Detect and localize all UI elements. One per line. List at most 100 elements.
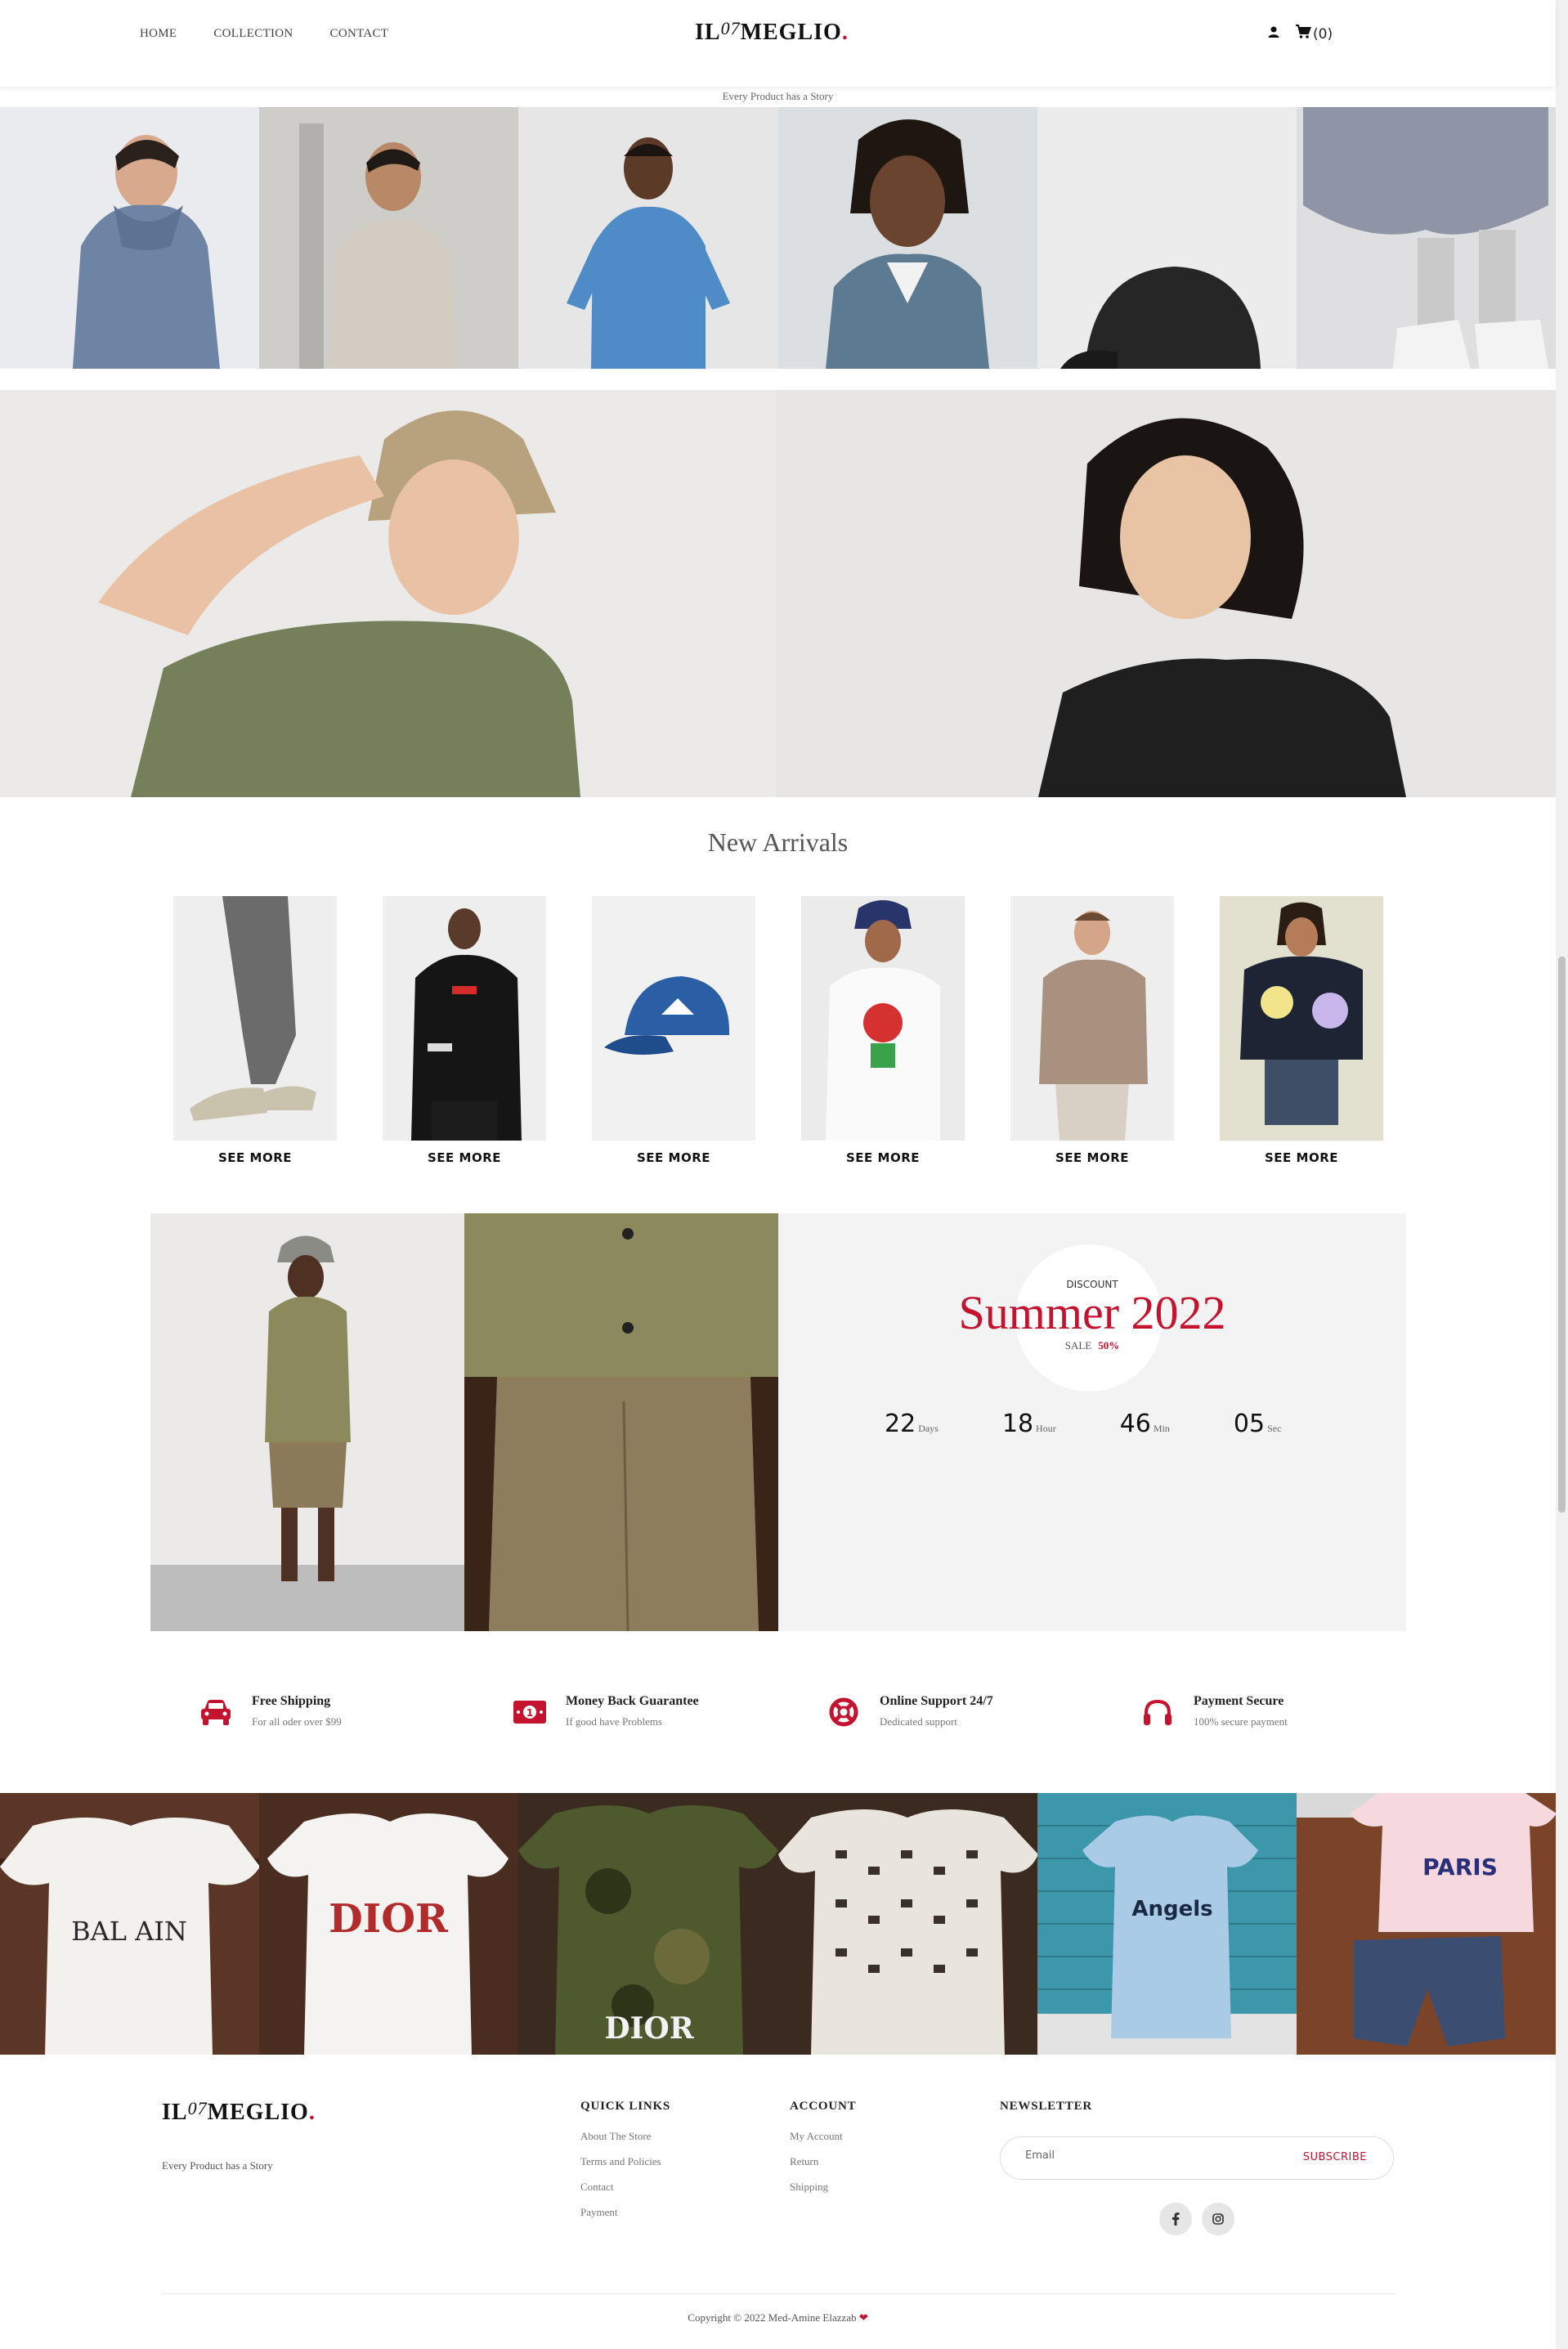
svg-text:DIOR: DIOR bbox=[605, 2011, 695, 2046]
product-image[interactable] bbox=[592, 896, 755, 1141]
strip-photo bbox=[259, 107, 519, 369]
see-more-link[interactable]: SEE MORE bbox=[173, 1150, 337, 1165]
nav-contact[interactable]: CONTACT bbox=[330, 27, 389, 41]
strip-photo bbox=[1296, 107, 1557, 369]
logo-text-right: MEGLIO bbox=[207, 2100, 309, 2125]
header-tagline: Every Product has a Story bbox=[722, 90, 834, 102]
footer-link-contact[interactable]: Contact bbox=[580, 2181, 670, 2194]
subscribe-button[interactable]: SUBSCRIBE bbox=[1303, 2151, 1367, 2163]
product-card[interactable]: SEE MORE bbox=[383, 896, 546, 1165]
feature-title: Free Shipping bbox=[252, 1694, 331, 1708]
see-more-link[interactable]: SEE MORE bbox=[1010, 1150, 1174, 1165]
countdown-unit: Days bbox=[918, 1423, 939, 1434]
footer-newsletter: NEWSLETTER bbox=[1000, 2100, 1092, 2130]
product-card[interactable]: SEE MORE bbox=[1220, 896, 1383, 1165]
see-more-link[interactable]: SEE MORE bbox=[801, 1150, 965, 1165]
countdown-value: 22 bbox=[885, 1410, 916, 1438]
countdown-value: 46 bbox=[1119, 1410, 1151, 1438]
product-card[interactable]: SEE MORE bbox=[1010, 896, 1174, 1165]
summer-sale-banner: DISCOUNT Summer 2022 SALE 50% 22 Days 18 Ho… bbox=[150, 1213, 1406, 1631]
product-image[interactable] bbox=[801, 896, 965, 1141]
logo-dot: . bbox=[841, 20, 849, 45]
car-icon bbox=[196, 1692, 235, 1732]
countdown-unit: Sec bbox=[1267, 1423, 1282, 1434]
svg-text:BAL AIN: BAL AIN bbox=[71, 1916, 187, 1947]
footer-link-payment[interactable]: Payment bbox=[580, 2206, 670, 2219]
copyright: Copyright © 2022 Med-Amine Elazzab ❤ bbox=[0, 2311, 1556, 2324]
feature-online-support: Online Support 24/7 Dedicated support bbox=[824, 1692, 1138, 1732]
sale-panel: DISCOUNT Summer 2022 SALE 50% 22 Days 18 Ho… bbox=[778, 1213, 1406, 1631]
svg-text:DIOR: DIOR bbox=[329, 1896, 449, 1942]
nav-collection[interactable]: COLLECTION bbox=[213, 27, 293, 41]
page-scrollbar[interactable] bbox=[1556, 0, 1568, 2349]
strip-photo bbox=[1037, 107, 1297, 369]
logo-text-left: IL bbox=[162, 2100, 188, 2125]
footer-link-return[interactable]: Return bbox=[790, 2155, 856, 2168]
feature-title: Payment Secure bbox=[1194, 1694, 1284, 1708]
logo-number: 07 bbox=[720, 18, 741, 38]
footer-link-about[interactable]: About The Store bbox=[580, 2130, 670, 2143]
footer-divider bbox=[162, 2293, 1395, 2294]
facebook-icon[interactable] bbox=[1159, 2203, 1192, 2235]
sale-title: Summer 2022 bbox=[958, 1286, 1226, 1339]
sale-label: SALE bbox=[1064, 1339, 1092, 1352]
sale-photo bbox=[150, 1213, 464, 1631]
strip-photo: PARIS bbox=[1296, 1793, 1557, 2055]
header-actions: (0) bbox=[1267, 25, 1333, 43]
logo-dot: . bbox=[308, 2100, 316, 2125]
see-more-link[interactable]: SEE MORE bbox=[592, 1150, 755, 1165]
countdown-value: 18 bbox=[1001, 1410, 1034, 1438]
logo-number: 07 bbox=[187, 2098, 208, 2118]
feature-subtitle: Dedicated support bbox=[880, 1715, 957, 1728]
site-logo[interactable]: IL07MEGLIO. bbox=[695, 18, 849, 46]
nav-home[interactable]: HOME bbox=[140, 27, 177, 41]
copyright-text: Copyright © 2022 Med-Amine Elazzab bbox=[688, 2311, 857, 2324]
sale-photo bbox=[464, 1213, 778, 1631]
new-arrivals-grid: SEE MORE SEE MORE SEE MORE SEE MORE SEE … bbox=[173, 896, 1383, 1165]
newsletter-email-input[interactable] bbox=[1025, 2150, 1270, 2162]
footer-link-my-account[interactable]: My Account bbox=[790, 2130, 856, 2143]
cart-icon bbox=[1295, 25, 1311, 43]
user-icon[interactable] bbox=[1267, 25, 1280, 43]
heart-icon: ❤ bbox=[858, 2311, 868, 2324]
feature-money-back: 1 Money Back Guarantee If good have Prob… bbox=[510, 1692, 824, 1732]
headphones-icon bbox=[1138, 1692, 1177, 1732]
newsletter-title: NEWSLETTER bbox=[1000, 2100, 1093, 2113]
cart-button[interactable]: (0) bbox=[1295, 25, 1333, 43]
svg-text:Angels: Angels bbox=[1131, 1897, 1212, 1921]
footer-logo[interactable]: IL07MEGLIO. bbox=[162, 2098, 316, 2126]
product-image[interactable] bbox=[1010, 896, 1174, 1141]
hero-banner bbox=[0, 390, 1556, 797]
product-image[interactable] bbox=[1220, 896, 1383, 1141]
strip-photo: DIOR bbox=[518, 1793, 778, 2055]
cart-count: (0) bbox=[1313, 25, 1333, 43]
product-card[interactable]: SEE MORE bbox=[592, 896, 755, 1165]
see-more-link[interactable]: SEE MORE bbox=[383, 1150, 546, 1165]
hero-image bbox=[0, 390, 1556, 797]
countdown-seconds: 05 Sec bbox=[1234, 1410, 1282, 1438]
logo-text-left: IL bbox=[695, 20, 721, 45]
countdown-value: 05 bbox=[1233, 1410, 1266, 1438]
product-image[interactable] bbox=[173, 896, 337, 1141]
footer-link-shipping[interactable]: Shipping bbox=[790, 2181, 856, 2194]
svg-text:1: 1 bbox=[526, 1707, 533, 1719]
feature-title: Online Support 24/7 bbox=[880, 1694, 993, 1708]
strip-photo: BAL AIN bbox=[0, 1793, 260, 2055]
main-nav: HOME COLLECTION CONTACT bbox=[140, 27, 388, 41]
feature-subtitle: If good have Problems bbox=[566, 1715, 663, 1728]
product-card[interactable]: SEE MORE bbox=[173, 896, 337, 1165]
countdown-unit: Hour bbox=[1036, 1423, 1056, 1434]
feature-subtitle: For all oder over $99 bbox=[252, 1715, 342, 1728]
product-image[interactable] bbox=[383, 896, 546, 1141]
product-card[interactable]: SEE MORE bbox=[801, 896, 965, 1165]
scrollbar-thumb[interactable] bbox=[1558, 957, 1566, 1513]
site-header: HOME COLLECTION CONTACT IL07MEGLIO. (0) bbox=[0, 0, 1556, 87]
bottom-photo-strip: BAL AIN DIOR DIOR Angels PARIS bbox=[0, 1793, 1557, 2055]
see-more-link[interactable]: SEE MORE bbox=[1220, 1150, 1383, 1165]
feature-title: Money Back Guarantee bbox=[566, 1694, 699, 1708]
footer-account: ACCOUNT My Account Return Shipping bbox=[790, 2100, 856, 2206]
instagram-icon[interactable] bbox=[1202, 2203, 1234, 2235]
footer-link-terms[interactable]: Terms and Policies bbox=[580, 2155, 670, 2168]
money-icon: 1 bbox=[510, 1692, 549, 1732]
logo-text-right: MEGLIO bbox=[740, 20, 842, 45]
